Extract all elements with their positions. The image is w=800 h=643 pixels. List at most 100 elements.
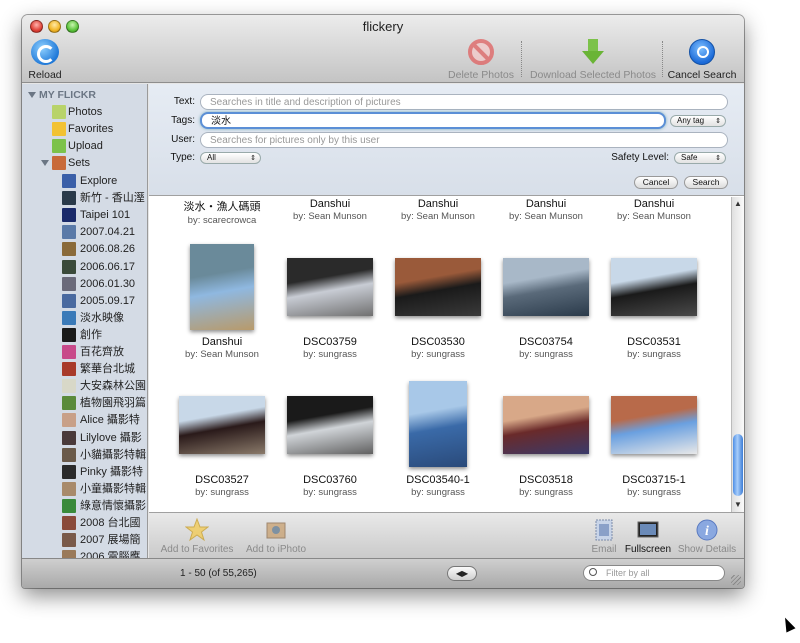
next-page-icon[interactable]: ▶ bbox=[462, 569, 468, 578]
sidebar-set-item[interactable]: 小童攝影特輯 bbox=[22, 481, 147, 498]
set-thumbnail bbox=[62, 345, 76, 359]
sidebar-set-item[interactable]: 繁華台北城 bbox=[22, 361, 147, 378]
user-search-field[interactable]: Searches for pictures only by this user bbox=[200, 132, 728, 148]
tag-mode-value: Any tag bbox=[677, 116, 705, 125]
photo-thumbnail[interactable] bbox=[395, 258, 481, 316]
download-label: Download Selected Photos bbox=[529, 69, 657, 81]
reload-button[interactable]: Reload bbox=[28, 39, 62, 81]
disclosure-triangle-icon[interactable] bbox=[41, 160, 49, 166]
sidebar-item-label: Photos bbox=[68, 106, 103, 118]
sidebar-item-favorites[interactable]: Favorites bbox=[22, 121, 147, 138]
photo-item[interactable]: Danshui by: Sean Munson bbox=[492, 198, 600, 222]
delete-icon bbox=[468, 39, 494, 65]
sidebar-set-item[interactable]: 大安森林公園 bbox=[22, 378, 147, 395]
show-details-button[interactable]: i Show Details bbox=[676, 518, 738, 555]
email-button[interactable]: Email bbox=[589, 518, 619, 555]
sidebar-set-item[interactable]: 2006.08.26 bbox=[22, 241, 147, 258]
photo-thumbnail[interactable] bbox=[179, 396, 265, 454]
sidebar-set-item[interactable]: 植物園飛羽篇 bbox=[22, 395, 147, 412]
photo-thumbnail[interactable] bbox=[611, 258, 697, 316]
photo-thumbnail[interactable] bbox=[503, 258, 589, 316]
type-select[interactable]: All ⇕ bbox=[200, 152, 261, 164]
photo-thumbnail[interactable] bbox=[409, 381, 467, 467]
sidebar-set-item[interactable]: Taipei 101 bbox=[22, 207, 147, 224]
sidebar-set-item[interactable]: 2007 展場簡 bbox=[22, 532, 147, 549]
popup-arrows-icon: ⇕ bbox=[715, 118, 721, 125]
sidebar-set-label: Pinky 攝影特 bbox=[80, 465, 143, 478]
photo-item[interactable]: Danshui by: Sean Munson bbox=[276, 198, 384, 222]
photo-item[interactable]: DSC03540-1 by: sungrass bbox=[384, 474, 492, 498]
photo-thumbnail[interactable] bbox=[190, 244, 254, 330]
sidebar-set-item[interactable]: 創作 bbox=[22, 327, 147, 344]
sidebar-set-item[interactable]: 2006.06.17 bbox=[22, 259, 147, 276]
resize-grip-icon[interactable] bbox=[731, 575, 741, 585]
photo-thumbnail[interactable] bbox=[287, 258, 373, 316]
sidebar-set-item[interactable]: 2006 電腦應 bbox=[22, 549, 147, 558]
sidebar-set-item[interactable]: 新竹 - 香山溼 bbox=[22, 190, 147, 207]
page-navigation-control[interactable]: ◀▶ bbox=[447, 566, 477, 581]
sidebar-set-item[interactable]: 綠意情懷攝影 bbox=[22, 498, 147, 515]
sidebar-set-item[interactable]: 2005.09.17 bbox=[22, 293, 147, 310]
tag-mode-select[interactable]: Any tag ⇕ bbox=[670, 115, 726, 127]
photo-title: DSC03530 bbox=[411, 336, 465, 348]
disclosure-triangle-icon[interactable] bbox=[28, 92, 36, 98]
photo-thumbnail[interactable] bbox=[611, 396, 697, 454]
cancel-search-button[interactable]: Cancel Search bbox=[667, 39, 737, 81]
add-to-favorites-button[interactable]: Add to Favorites bbox=[157, 517, 237, 555]
safety-level-select[interactable]: Safe ⇕ bbox=[674, 152, 726, 164]
sidebar-set-item[interactable]: 淡水映像 bbox=[22, 310, 147, 327]
search-button[interactable]: Search bbox=[684, 176, 728, 189]
photo-item[interactable]: DSC03754 by: sungrass bbox=[492, 336, 600, 360]
add-to-iphoto-button[interactable]: Add to iPhoto bbox=[241, 518, 311, 555]
scroll-up-arrow-icon[interactable]: ▲ bbox=[734, 199, 742, 208]
sidebar-section-title: MY FLICKR bbox=[39, 89, 96, 101]
photo-item[interactable]: DSC03759 by: sungrass bbox=[276, 336, 384, 360]
scrollbar-thumb[interactable] bbox=[733, 434, 743, 496]
set-thumbnail bbox=[62, 174, 76, 188]
delete-label: Delete Photos bbox=[448, 69, 514, 81]
photo-item[interactable]: Danshui by: Sean Munson bbox=[384, 198, 492, 222]
photo-author: by: sungrass bbox=[411, 487, 465, 498]
photo-item[interactable]: Danshui by: Sean Munson bbox=[600, 198, 708, 222]
sidebar-set-item[interactable]: Alice 攝影特 bbox=[22, 412, 147, 429]
photo-author: by: scarecrowca bbox=[187, 215, 257, 226]
photo-item[interactable]: DSC03530 by: sungrass bbox=[384, 336, 492, 360]
sidebar-set-item[interactable]: Explore bbox=[22, 173, 147, 190]
photo-item[interactable]: DSC03518 by: sungrass bbox=[492, 474, 600, 498]
email-label: Email bbox=[591, 544, 617, 555]
sidebar-set-item[interactable]: 小貓攝影特輯 bbox=[22, 447, 147, 464]
vertical-scrollbar[interactable]: ▲ ▼ bbox=[731, 197, 744, 512]
fullscreen-button[interactable]: Fullscreen bbox=[623, 518, 673, 555]
iphoto-icon bbox=[264, 518, 288, 542]
photo-item[interactable]: DSC03760 by: sungrass bbox=[276, 474, 384, 498]
photo-item[interactable]: DSC03715-1 by: sungrass bbox=[600, 474, 708, 498]
sidebar-item-upload[interactable]: Upload bbox=[22, 138, 147, 155]
popup-arrows-icon: ⇕ bbox=[250, 155, 256, 162]
sidebar-set-item[interactable]: 2008 台北國 bbox=[22, 515, 147, 532]
sidebar-set-item[interactable]: 2006.01.30 bbox=[22, 276, 147, 293]
set-thumbnail bbox=[62, 413, 76, 428]
download-selected-button[interactable]: Download Selected Photos bbox=[525, 39, 661, 81]
text-search-field[interactable]: Searches in title and description of pic… bbox=[200, 94, 728, 110]
photo-item[interactable]: DSC03531 by: sungrass bbox=[600, 336, 708, 360]
delete-photos-button[interactable]: Delete Photos bbox=[442, 39, 520, 81]
main-pane: Text: Searches in title and description … bbox=[149, 84, 744, 558]
filter-field[interactable]: Filter by all bbox=[583, 565, 725, 581]
sidebar-set-item[interactable]: Lilylove 攝影 bbox=[22, 430, 147, 447]
sidebar-item-photos[interactable]: Photos bbox=[22, 104, 147, 121]
scroll-down-arrow-icon[interactable]: ▼ bbox=[734, 500, 742, 509]
photo-author: by: sungrass bbox=[303, 487, 357, 498]
sidebar-set-item[interactable]: 百花齊放 bbox=[22, 344, 147, 361]
sidebar-item-sets[interactable]: Sets bbox=[22, 155, 147, 172]
photo-thumbnail[interactable] bbox=[503, 396, 589, 454]
text-label: Text: bbox=[173, 96, 195, 107]
show-details-label: Show Details bbox=[677, 544, 737, 555]
photo-item[interactable]: DSC03527 by: sungrass bbox=[168, 474, 276, 498]
photo-item[interactable]: 淡水・漁人碼頭 by: scarecrowca bbox=[168, 198, 276, 226]
cancel-button[interactable]: Cancel bbox=[634, 176, 678, 189]
photo-item[interactable]: Danshui by: Sean Munson bbox=[168, 336, 276, 360]
sidebar-set-item[interactable]: Pinky 攝影特 bbox=[22, 464, 147, 481]
sidebar-set-item[interactable]: 2007.04.21 bbox=[22, 224, 147, 241]
tags-search-field[interactable]: 淡水 bbox=[200, 112, 666, 129]
photo-thumbnail[interactable] bbox=[287, 396, 373, 454]
